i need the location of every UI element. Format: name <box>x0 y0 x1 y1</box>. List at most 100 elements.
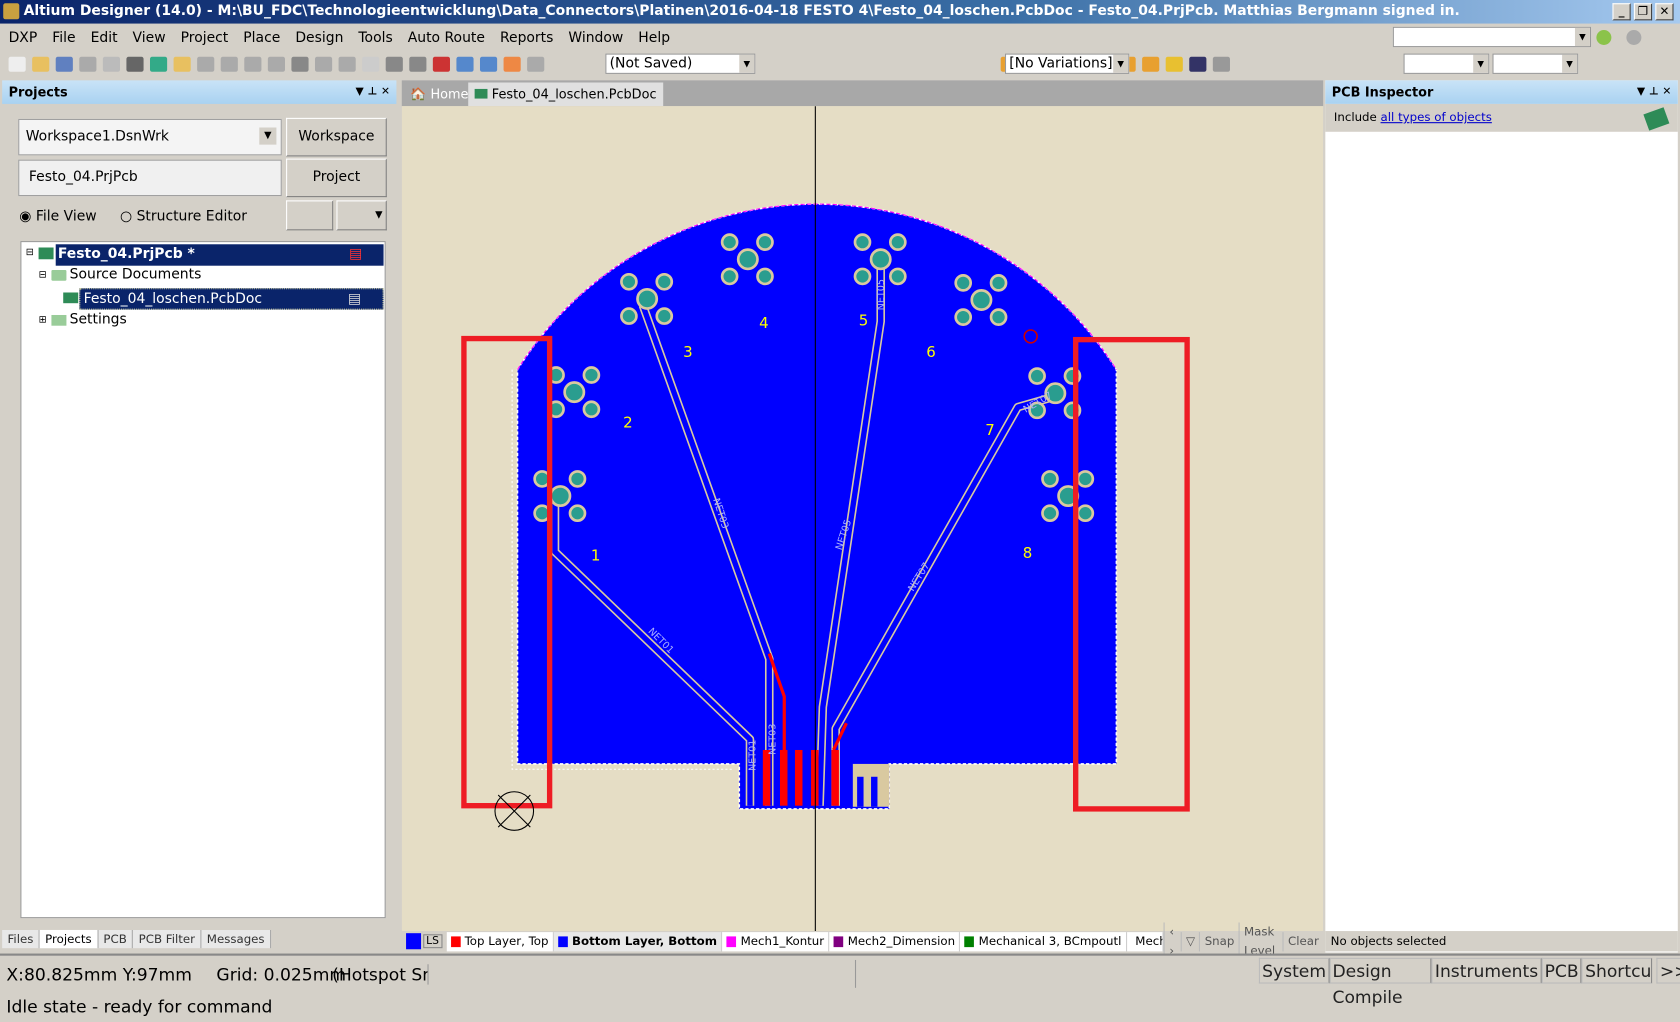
tab-pcb-doc[interactable]: Festo_04_loschen.PcbDoc <box>468 82 663 107</box>
object-types-link[interactable]: all types of objects <box>1381 110 1492 124</box>
place-tool-icon[interactable] <box>1189 56 1207 72</box>
pad <box>1028 367 1046 385</box>
structure-editor-radio[interactable]: ○ Structure Editor <box>120 209 247 225</box>
tree-item-source-documents[interactable]: Source Documents <box>70 267 202 283</box>
menu-tools[interactable]: Tools <box>358 29 392 45</box>
workspace-button[interactable]: Workspace <box>286 117 387 157</box>
menu-window[interactable]: Window <box>568 29 623 45</box>
menu-edit[interactable]: Edit <box>91 29 118 45</box>
panel-tab-projects[interactable]: Projects <box>39 929 99 949</box>
clear-button[interactable]: Clear <box>1282 931 1323 951</box>
toolbar-combo-2[interactable]: ▼ <box>1492 53 1579 74</box>
toolbar-button-icon[interactable] <box>291 56 309 72</box>
panel-controls[interactable]: ▼ ⊥ ✕ <box>1637 80 1671 104</box>
layer-tab[interactable]: Mechar <box>1126 931 1165 951</box>
toolbar-button-icon[interactable] <box>338 56 356 72</box>
place-tool-icon[interactable] <box>1212 56 1230 72</box>
toolbar-button-icon[interactable] <box>79 56 97 72</box>
panel-button-pcb[interactable]: PCB <box>1541 957 1582 984</box>
forward-icon[interactable] <box>1626 29 1642 45</box>
toolbar-button-icon[interactable] <box>362 56 380 72</box>
minimize-button[interactable]: _ <box>1612 3 1631 21</box>
panel-button-shortcuts[interactable]: Shortcuts <box>1581 957 1653 984</box>
menu-help[interactable]: Help <box>638 29 670 45</box>
place-tool-icon[interactable] <box>1142 56 1160 72</box>
layer-tab[interactable]: Mech1_Kontur <box>722 931 830 951</box>
panel-tab-messages[interactable]: Messages <box>201 929 272 949</box>
search-combo[interactable]: ▼ <box>1392 26 1592 48</box>
panel-controls[interactable]: ▼ ⊥ ✕ <box>356 80 390 104</box>
toolbar-button-icon[interactable] <box>102 56 120 72</box>
toolbar-button-icon[interactable] <box>244 56 262 72</box>
variations-select[interactable]: [No Variations] ▼ <box>1004 53 1130 74</box>
tab-home[interactable]: 🏠 Home <box>406 84 473 106</box>
toolbar-button-icon[interactable] <box>8 56 26 72</box>
collapse-icon[interactable]: ⊟ <box>26 247 34 258</box>
menu-view[interactable]: View <box>133 29 166 45</box>
panel-tab-pcb[interactable]: PCB <box>98 929 134 949</box>
projects-panel: Projects ▼ ⊥ ✕ Workspace1.DsnWrk ▼ Worksp… <box>2 80 397 953</box>
toolbar-button-icon[interactable] <box>456 56 474 72</box>
toolbar-button-icon[interactable] <box>220 56 238 72</box>
layer-tab[interactable]: Bottom Layer, Bottom <box>553 931 723 951</box>
saved-state-select[interactable]: (Not Saved) ▼ <box>605 53 756 74</box>
menu-dxp[interactable]: DXP <box>9 29 38 45</box>
layer-tab[interactable]: Mech2_Dimension <box>829 931 961 951</box>
pcb-canvas[interactable]: 1234 5678NET01NET03NET05NET07NET01NET03NE… <box>401 106 1324 932</box>
toolbar-button-icon[interactable] <box>314 56 333 72</box>
file-view-radio[interactable]: ◉ File View <box>19 209 96 225</box>
panel-button--[interactable]: >> <box>1656 957 1680 984</box>
menu-file[interactable]: File <box>52 29 75 45</box>
menu-design[interactable]: Design <box>295 29 343 45</box>
layer-tab[interactable]: Top Layer, Top <box>446 931 554 951</box>
toolbar-button-icon[interactable] <box>55 56 73 72</box>
layer-set-button[interactable]: LS <box>422 934 443 949</box>
project-options-icon[interactable]: ▼ <box>336 200 387 231</box>
panel-button-design-compile[interactable]: Design Compile <box>1329 957 1432 1007</box>
panel-button-system[interactable]: System <box>1258 957 1330 984</box>
toolbar-button-icon[interactable] <box>503 56 521 72</box>
toolbar-button-icon[interactable] <box>267 56 285 72</box>
compile-icon[interactable] <box>286 200 334 231</box>
expand-icon[interactable]: ⊞ <box>39 315 47 326</box>
workspace-select[interactable]: Workspace1.DsnWrk ▼ <box>18 118 282 156</box>
menu-auto-route[interactable]: Auto Route <box>408 29 485 45</box>
toolbar-button-icon[interactable] <box>527 56 545 72</box>
board-outline <box>516 203 1118 810</box>
restore-button[interactable]: ❐ <box>1633 3 1653 21</box>
status-bar: X:80.825mm Y:97mm Grid: 0.025mm (Hotspot… <box>0 953 1680 1022</box>
panel-tab-files[interactable]: Files <box>2 929 40 949</box>
menu-project[interactable]: Project <box>181 29 229 45</box>
pad <box>888 233 907 251</box>
tree-item-settings[interactable]: Settings <box>70 312 127 328</box>
filter-icon[interactable]: ▽ <box>1180 931 1200 951</box>
tree-item-pcb-doc[interactable]: Festo_04_loschen.PcbDoc ▤ <box>79 288 384 310</box>
collapse-icon[interactable]: ⊟ <box>39 270 47 281</box>
project-button[interactable]: Project <box>286 158 387 198</box>
toolbar-button-icon[interactable] <box>432 56 450 72</box>
pad <box>869 248 892 271</box>
close-button[interactable]: ✕ <box>1655 3 1674 21</box>
place-tool-icon[interactable] <box>1165 56 1183 72</box>
toolbar-button-icon[interactable] <box>126 56 144 72</box>
panel-button-instruments[interactable]: Instruments <box>1431 957 1542 984</box>
panel-tab-pcb-filter[interactable]: PCB Filter <box>133 929 202 949</box>
current-layer-swatch[interactable] <box>406 933 421 950</box>
project-field[interactable]: Festo_04.PrjPcb <box>18 159 282 197</box>
toolbar-button-icon[interactable] <box>173 56 191 72</box>
toolbar-button-icon[interactable] <box>479 56 498 72</box>
toolbar-button-icon[interactable] <box>409 56 427 72</box>
layer-tab[interactable]: Mechanical 3, BCmpoutl <box>960 931 1127 951</box>
toolbar-button-icon[interactable] <box>197 56 215 72</box>
menu-reports[interactable]: Reports <box>500 29 553 45</box>
toolbar-button-icon[interactable] <box>385 56 403 72</box>
back-icon[interactable] <box>1596 29 1612 45</box>
tree-item-project[interactable]: Festo_04.PrjPcb * ▤ <box>55 244 384 266</box>
inspector-filter: Include all types of objects <box>1325 103 1678 132</box>
pad <box>655 307 674 325</box>
toolbar-button-icon[interactable] <box>32 56 50 72</box>
toolbar-combo-1[interactable]: ▼ <box>1403 53 1490 74</box>
toolbar-button-icon[interactable] <box>149 56 168 72</box>
snap-button[interactable]: Snap <box>1199 931 1238 951</box>
menu-place[interactable]: Place <box>243 29 280 45</box>
